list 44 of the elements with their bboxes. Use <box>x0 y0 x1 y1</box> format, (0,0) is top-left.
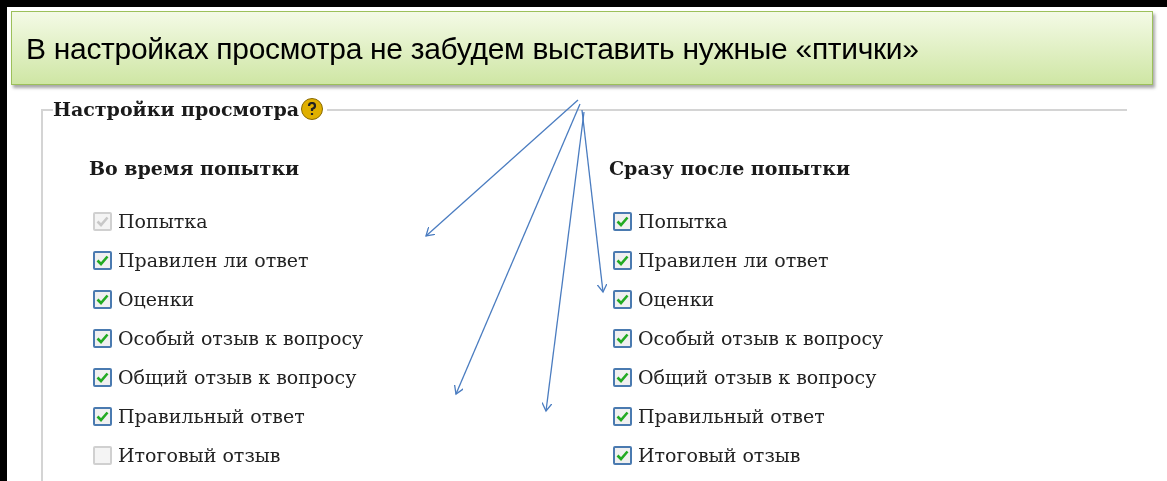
checkbox-label: Общий отзыв к вопросу <box>118 365 357 391</box>
check-icon <box>616 216 629 227</box>
check-icon <box>96 411 109 422</box>
checkbox-label: Попытка <box>118 209 208 235</box>
fieldset-legend: Настройки просмотра <box>53 95 300 124</box>
checkbox-label: Правильный ответ <box>638 404 825 430</box>
checkbox-label: Попытка <box>638 209 728 235</box>
column-heading: Сразу после попытки <box>609 155 851 181</box>
checkbox-label: Оценки <box>118 287 195 313</box>
checkbox[interactable] <box>93 251 112 270</box>
check-icon <box>96 294 109 305</box>
check-icon <box>96 372 109 383</box>
column-heading: Во время попытки <box>89 155 301 181</box>
checkbox[interactable] <box>613 329 632 348</box>
checkbox-label: Правилен ли ответ <box>118 248 309 274</box>
check-icon <box>96 216 109 227</box>
help-icon[interactable] <box>301 98 324 121</box>
checkbox-label: Итоговый отзыв <box>118 443 281 469</box>
checkbox[interactable] <box>613 290 632 309</box>
checkbox-label: Общий отзыв к вопросу <box>638 365 877 391</box>
check-icon <box>96 333 109 344</box>
checkbox[interactable] <box>613 446 632 465</box>
check-icon <box>616 255 629 266</box>
checkbox-label: Особый отзыв к вопросу <box>638 326 884 352</box>
check-icon <box>616 372 629 383</box>
checkbox[interactable] <box>93 290 112 309</box>
check-icon <box>96 255 109 266</box>
checkbox[interactable] <box>93 329 112 348</box>
callout-banner: В настройках просмотра не забудем выставить нужные «птички» <box>11 11 1153 85</box>
checkbox-label: Правилен ли ответ <box>638 248 829 274</box>
checkbox[interactable] <box>613 251 632 270</box>
checkbox[interactable] <box>613 368 632 387</box>
checkbox-label: Правильный ответ <box>118 404 305 430</box>
checkbox-label: Особый отзыв к вопросу <box>118 326 364 352</box>
checkbox[interactable] <box>93 407 112 426</box>
check-icon <box>616 294 629 305</box>
check-icon <box>616 450 629 461</box>
check-icon <box>616 333 629 344</box>
checkbox[interactable] <box>613 407 632 426</box>
checkbox[interactable] <box>613 212 632 231</box>
checkbox-label: Оценки <box>638 287 715 313</box>
check-icon <box>616 411 629 422</box>
checkbox-label: Итоговый отзыв <box>638 443 801 469</box>
checkbox[interactable] <box>93 368 112 387</box>
